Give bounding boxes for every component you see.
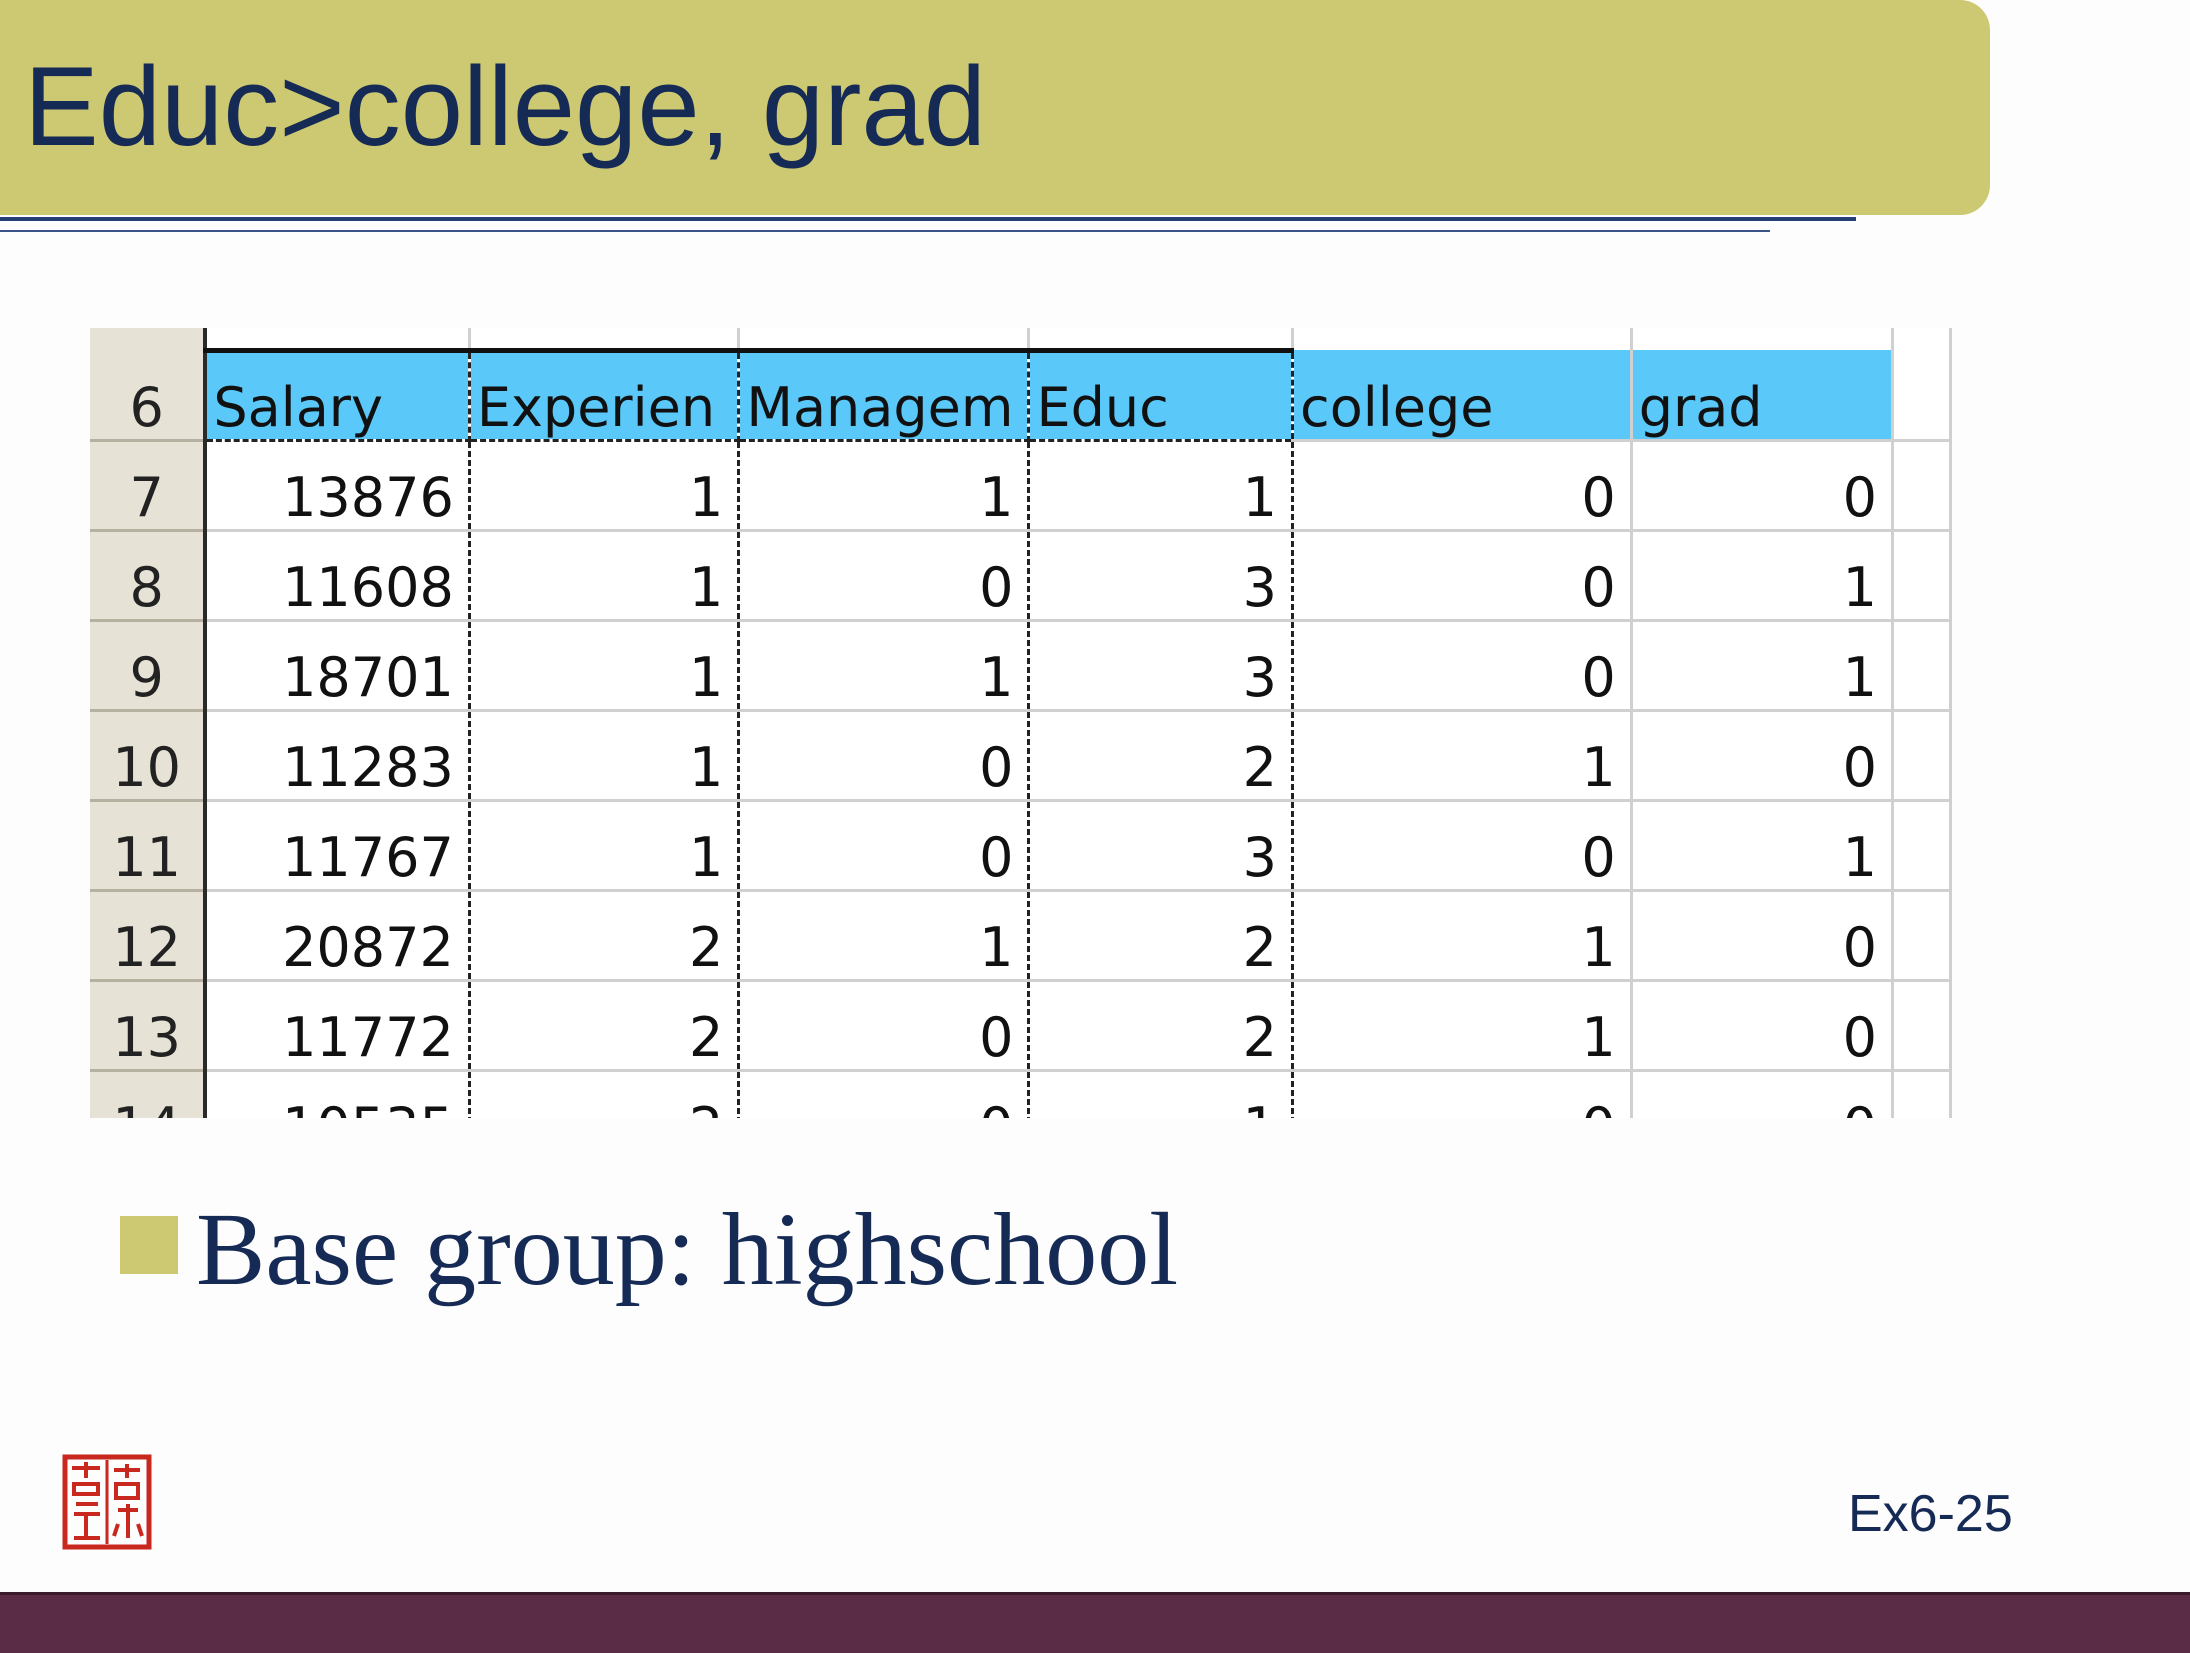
table-row: 10 11283 1 0 2 1 0 — [90, 710, 1952, 802]
table-cell: 11772 — [205, 980, 471, 1072]
table-cell: 1 — [469, 710, 741, 802]
table-cell: 0 — [1292, 440, 1633, 532]
column-header: Managem — [738, 350, 1031, 442]
column-header: Educ — [1028, 350, 1295, 442]
table-cell: 1 — [1292, 890, 1633, 982]
table-cell: 0 — [738, 1070, 1031, 1118]
table-cell: 2 — [469, 890, 741, 982]
table-row: 11 11767 1 0 3 0 1 — [90, 800, 1952, 892]
row-header: 8 — [90, 530, 208, 622]
table-cell: 1 — [1292, 710, 1633, 802]
table-cell: 1 — [738, 620, 1031, 712]
table-cell: 11767 — [205, 800, 471, 892]
table-cell: 2 — [469, 980, 741, 1072]
table-cell: 0 — [1631, 890, 1894, 982]
table-cell: 3 — [1028, 620, 1295, 712]
table-cell: 1 — [1028, 1070, 1295, 1118]
row-header: 12 — [90, 890, 208, 982]
column-header: Experien — [469, 350, 741, 442]
table-cell: 0 — [1292, 620, 1633, 712]
column-header: Salary — [205, 350, 471, 442]
slide-number: Ex6-25 — [1848, 1485, 2013, 1543]
table-cell: 0 — [738, 800, 1031, 892]
table-cell: 1 — [738, 440, 1031, 532]
table-cell: 0 — [738, 980, 1031, 1072]
row-header: 10 — [90, 710, 208, 802]
table-cell: 2 — [469, 1070, 741, 1118]
table-cell: 1 — [469, 530, 741, 622]
table-cell: 20872 — [205, 890, 471, 982]
table-cell: 1 — [1631, 800, 1894, 892]
table-cell: 1 — [1631, 530, 1894, 622]
title-bar: Educ>college, grad — [0, 0, 1990, 215]
table-cell: 0 — [1631, 710, 1894, 802]
table-cell: 0 — [1631, 980, 1894, 1072]
table-cell: 1 — [469, 440, 741, 532]
row-header: 7 — [90, 440, 208, 532]
table-cell: 1 — [738, 890, 1031, 982]
table-cell: 0 — [738, 710, 1031, 802]
bullet-text: Base group: highschool — [196, 1192, 1179, 1307]
table-cell: 2 — [1028, 890, 1295, 982]
header-row: 6 Salary Experien Managem Educ college g… — [90, 350, 1952, 442]
table-cell: 18701 — [205, 620, 471, 712]
table-cell: 1 — [1028, 440, 1295, 532]
row-header: 6 — [90, 350, 208, 442]
column-header: grad — [1631, 350, 1894, 442]
row-header: 11 — [90, 800, 208, 892]
table-cell: 1 — [469, 800, 741, 892]
row-header: 9 — [90, 620, 208, 712]
table-cell: 3 — [1028, 800, 1295, 892]
data-table: 6 Salary Experien Managem Educ college g… — [90, 328, 1952, 1118]
bullet-square-icon — [120, 1216, 178, 1274]
column-header: college — [1292, 350, 1633, 442]
table-row: 12 20872 2 1 2 1 0 — [90, 890, 1952, 982]
table-row: 9 18701 1 1 3 0 1 — [90, 620, 1952, 712]
table-row: 7 13876 1 1 1 0 0 — [90, 440, 1952, 532]
table-cell: 2 — [1028, 980, 1295, 1072]
red-seal-icon — [62, 1454, 152, 1550]
table-cell: 13876 — [205, 440, 471, 532]
table-cell: 10535 — [205, 1070, 471, 1118]
footer-bar — [0, 1592, 2190, 1653]
table-cell: 11608 — [205, 530, 471, 622]
table-cell: 0 — [1631, 1070, 1894, 1118]
table-cell: 2 — [1028, 710, 1295, 802]
table-cell: 1 — [1631, 620, 1894, 712]
table-top-strip — [90, 328, 1952, 353]
table-cell: 0 — [1631, 440, 1894, 532]
title-rule-top — [0, 217, 1856, 221]
title-rule-bottom — [0, 230, 1770, 232]
table-row: 8 11608 1 0 3 0 1 — [90, 530, 1952, 622]
row-header: 14 — [90, 1070, 208, 1118]
table-cell: 0 — [1292, 1070, 1633, 1118]
row-header: 13 — [90, 980, 208, 1072]
table-cell: 11283 — [205, 710, 471, 802]
table-row: 141053520100 — [90, 1070, 1952, 1118]
slide-title: Educ>college, grad — [24, 44, 987, 169]
table-cell: 0 — [1292, 530, 1633, 622]
table-cell: 1 — [469, 620, 741, 712]
table-cell: 3 — [1028, 530, 1295, 622]
spreadsheet-screenshot: 6 Salary Experien Managem Educ college g… — [90, 328, 1952, 1118]
table-cell: 0 — [738, 530, 1031, 622]
table-row: 13 11772 2 0 2 1 0 — [90, 980, 1952, 1072]
table-cell: 0 — [1292, 800, 1633, 892]
table-cell: 1 — [1292, 980, 1633, 1072]
